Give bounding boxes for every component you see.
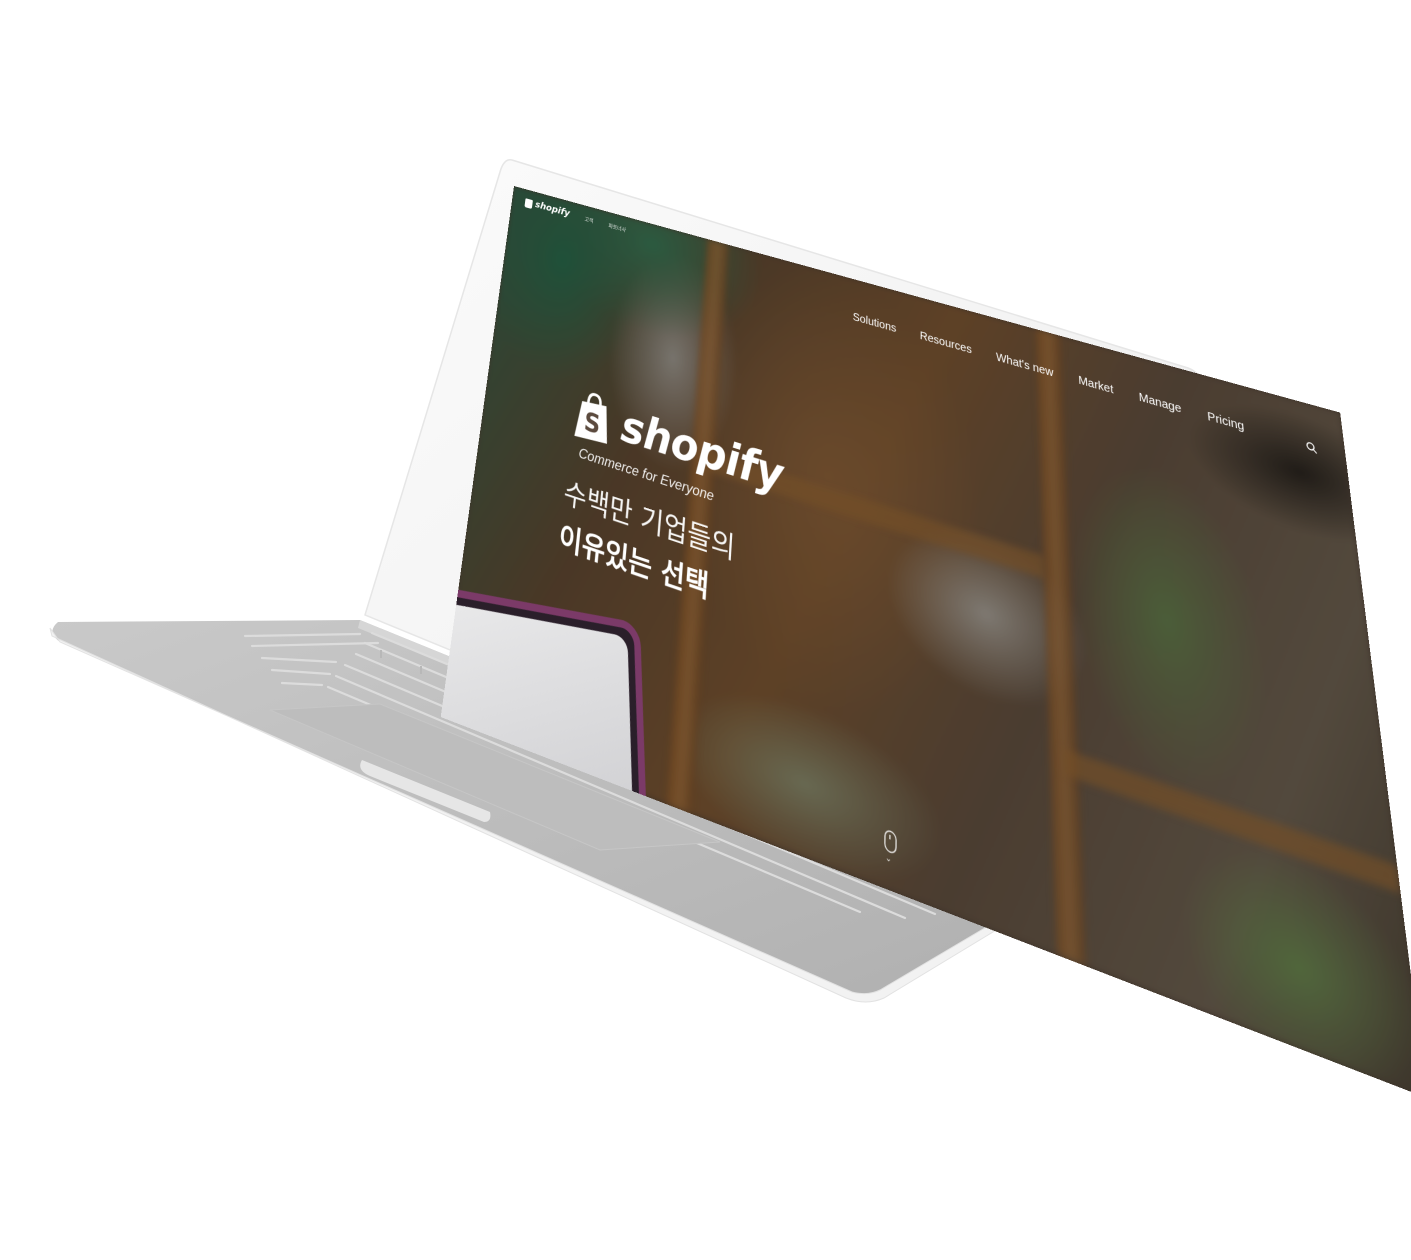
search-icon[interactable]	[1305, 440, 1316, 453]
shopify-bag-icon: S	[574, 385, 611, 447]
shopify-bag-icon	[524, 197, 533, 209]
chevron-down-icon: ⌄	[885, 852, 892, 866]
topbar-link-customer[interactable]: 고객	[584, 215, 593, 224]
laptop-mockup-stage: shopify 고객 파트너사 Solutions Resources What…	[0, 0, 1411, 1260]
svg-text:S: S	[583, 407, 602, 441]
